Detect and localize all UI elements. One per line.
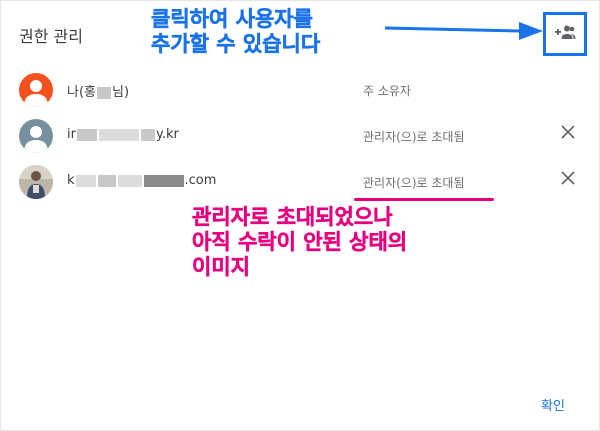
member-role: 관리자(으)로 초대됨 [363, 130, 465, 144]
redaction-block [98, 128, 139, 141]
remove-member-button[interactable] [558, 123, 578, 143]
member-name: 나(홍 님) [67, 85, 130, 100]
member-row-invited-2: k .com 관리자(으)로 초대됨 [1, 159, 600, 205]
member-row-owner: 나(홍 님) 주 소유자 [1, 67, 600, 113]
remove-member-button[interactable] [558, 169, 578, 189]
member-role: 관리자(으)로 초대됨 [363, 176, 465, 190]
redaction-block [97, 174, 116, 187]
highlight-underline [354, 198, 494, 201]
redaction-block [140, 128, 155, 141]
add-user-annotation: 클릭하여 사용자를 추가할 수 있습니다 [151, 7, 321, 57]
person-add-icon [554, 24, 576, 44]
add-user-button[interactable] [543, 12, 587, 56]
redaction-block [76, 128, 97, 141]
redaction-block [75, 174, 96, 187]
member-role: 주 소유자 [363, 84, 411, 98]
confirm-button[interactable]: 확인 [541, 395, 565, 414]
person-avatar-gray [19, 119, 53, 153]
close-icon [561, 170, 575, 189]
member-row-invited-1: ir y.kr 관리자(으)로 초대됨 [1, 113, 600, 159]
redaction-block [143, 174, 184, 187]
member-email: ir y.kr [67, 127, 179, 142]
redaction-block [97, 86, 111, 99]
close-icon [561, 124, 575, 143]
dialog-title: 권한 관리 [19, 27, 83, 46]
invited-status-annotation: 관리자로 초대되었으나 아직 수락이 안된 상태의 이미지 [192, 205, 408, 280]
member-email: k .com [67, 173, 217, 188]
permission-dialog: 권한 관리 나(홍 님) 주 소유자 ir y.kr 관리자(으)로 초대됨 k… [0, 0, 600, 431]
arrow-right-icon [384, 22, 543, 40]
person-avatar-orange [19, 73, 53, 107]
redaction-block [117, 174, 142, 187]
person-avatar-photo [19, 165, 53, 199]
